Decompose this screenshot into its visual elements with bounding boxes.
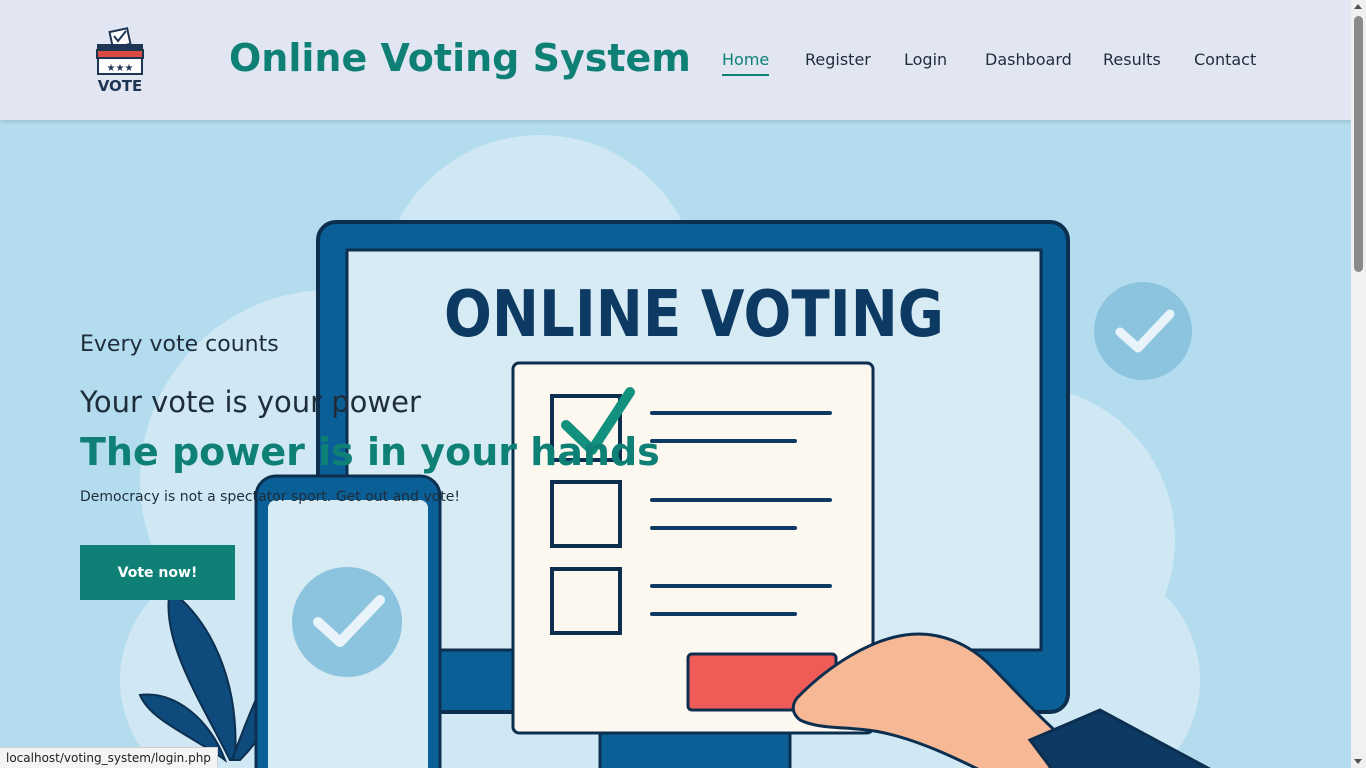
- nav-results[interactable]: Results: [1103, 50, 1161, 69]
- nav-dashboard[interactable]: Dashboard: [985, 50, 1072, 69]
- nav-register[interactable]: Register: [805, 50, 871, 69]
- hero-tagline-mid: Your vote is your power: [80, 385, 421, 419]
- hero-headline: The power is in your hands: [80, 430, 660, 474]
- nav-login[interactable]: Login: [904, 50, 947, 69]
- page-scrollbar[interactable]: [1351, 0, 1366, 768]
- nav-contact[interactable]: Contact: [1194, 50, 1256, 69]
- status-bar-url: localhost/voting_system/login.php: [0, 747, 218, 768]
- art-heading: ONLINE VOTING: [444, 278, 944, 352]
- hero-quote: Democracy is not a spectator sport. Get …: [80, 489, 460, 505]
- scroll-down-arrow-icon[interactable]: [1354, 759, 1362, 764]
- check-circle-icon: [1094, 282, 1192, 380]
- scrollbar-thumb[interactable]: [1354, 16, 1363, 272]
- phone-illustration: [254, 474, 442, 768]
- vote-now-button[interactable]: Vote now!: [80, 545, 235, 600]
- site-header: ★★★ VOTE Online Voting System Home Regis…: [0, 0, 1351, 120]
- scroll-up-arrow-icon[interactable]: [1354, 4, 1362, 9]
- main-nav: Home Register Login Dashboard Results Co…: [0, 0, 1351, 120]
- nav-home[interactable]: Home: [722, 50, 770, 76]
- hero-tagline-small: Every vote counts: [80, 332, 279, 357]
- hero-section: ONLINE VOTING Every vote counts Your vot…: [0, 120, 1351, 768]
